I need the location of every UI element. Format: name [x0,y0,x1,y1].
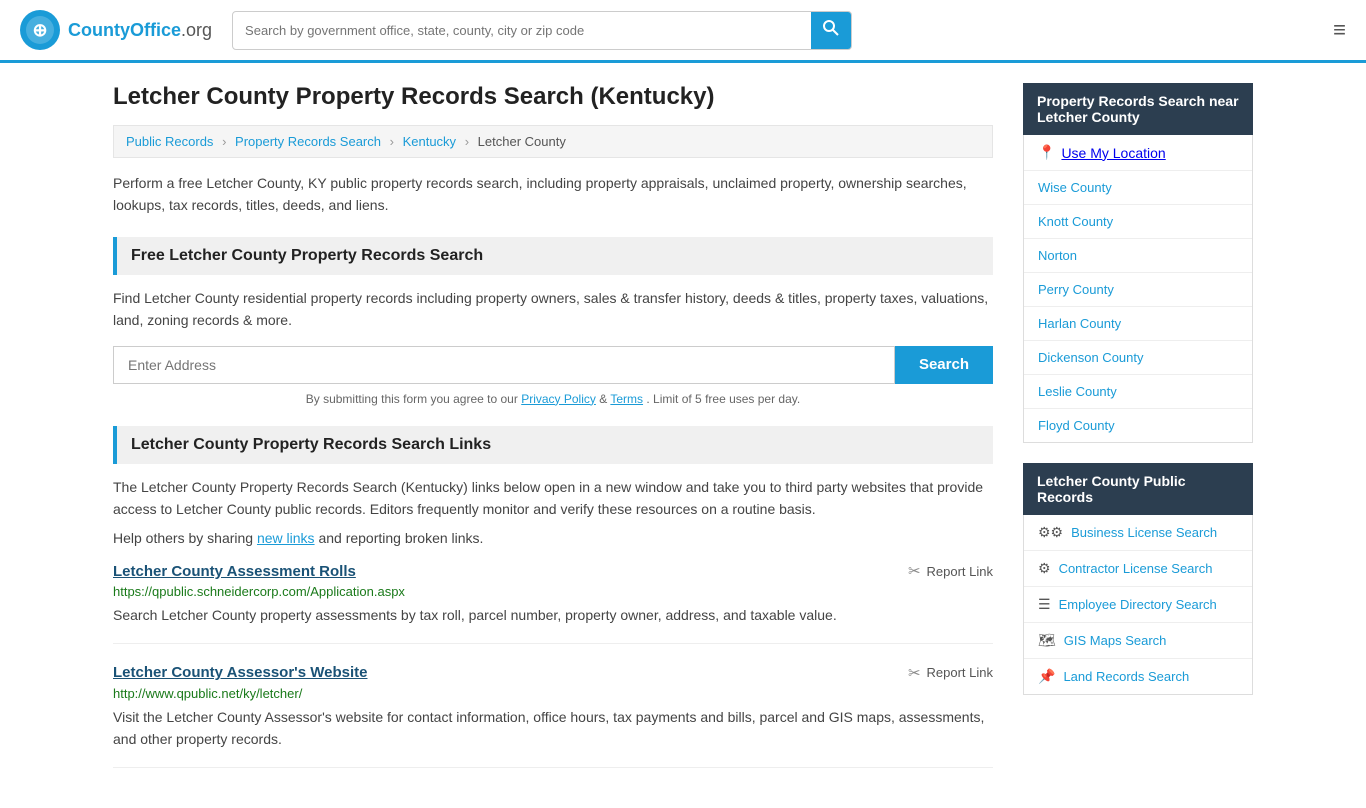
report-link-btn-2[interactable]: ✂ Report Link [908,664,993,682]
new-links-link[interactable]: new links [257,530,315,546]
search-button[interactable]: Search [895,346,993,384]
header-search-input[interactable] [233,15,811,46]
link-item-assessment-rolls: Letcher County Assessment Rolls ✂ Report… [113,562,993,643]
sidebar-nearby-header: Property Records Search near Letcher Cou… [1023,83,1253,135]
links-description: The Letcher County Property Records Sear… [113,476,993,521]
norton-link[interactable]: Norton [1038,248,1077,263]
privacy-policy-link[interactable]: Privacy Policy [521,392,596,406]
wise-county-link[interactable]: Wise County [1038,180,1112,195]
harlan-county-link[interactable]: Harlan County [1038,316,1121,331]
form-disclaimer: By submitting this form you agree to our… [113,392,993,406]
employee-directory-search-link[interactable]: Employee Directory Search [1059,597,1217,612]
logo-text: CountyOffice.org [68,20,212,41]
sidebar-item-wise-county: Wise County [1024,171,1252,205]
svg-text:⊕: ⊕ [32,20,47,40]
use-my-location[interactable]: 📍 Use My Location [1024,135,1252,171]
free-search-description: Find Letcher County residential property… [113,287,993,332]
pin-icon: 📌 [1038,668,1055,685]
help-text: Help others by sharing new links and rep… [113,530,993,546]
gear-icon: ⚙ [1038,560,1051,577]
knott-county-link[interactable]: Knott County [1038,214,1113,229]
link-desc-assessor-website: Visit the Letcher County Assessor's webs… [113,706,993,751]
sidebar-item-land-records: 📌 Land Records Search [1024,659,1252,694]
header-search-button[interactable] [811,12,851,49]
menu-button[interactable]: ≡ [1333,17,1346,43]
sidebar-item-perry-county: Perry County [1024,273,1252,307]
sidebar-item-norton: Norton [1024,239,1252,273]
link-url-assessor-website: http://www.qpublic.net/ky/letcher/ [113,686,993,701]
sidebar-public-records-header: Letcher County Public Records [1023,463,1253,515]
dickenson-county-link[interactable]: Dickenson County [1038,350,1144,365]
gear-double-icon: ⚙⚙ [1038,524,1063,541]
sidebar-item-knott-county: Knott County [1024,205,1252,239]
breadcrumb-property-records[interactable]: Property Records Search [235,134,381,149]
sidebar-item-contractor-license: ⚙ Contractor License Search [1024,551,1252,587]
report-icon-1: ✂ [908,562,921,580]
leslie-county-link[interactable]: Leslie County [1038,384,1117,399]
link-url-assessment-rolls: https://qpublic.schneidercorp.com/Applic… [113,584,993,599]
report-link-btn-1[interactable]: ✂ Report Link [908,562,993,580]
gis-maps-search-link[interactable]: GIS Maps Search [1064,633,1167,648]
breadcrumb-public-records[interactable]: Public Records [126,134,213,149]
business-license-search-link[interactable]: Business License Search [1071,525,1217,540]
sidebar-item-employee-directory: ☰ Employee Directory Search [1024,587,1252,623]
header-search-bar [232,11,852,50]
sidebar-item-gis-maps: 🗺 GIS Maps Search [1024,623,1252,659]
contractor-license-search-link[interactable]: Contractor License Search [1059,561,1213,576]
sidebar-item-leslie-county: Leslie County [1024,375,1252,409]
map-icon: 🗺 [1038,632,1056,649]
breadcrumb: Public Records › Property Records Search… [113,125,993,158]
sidebar-nearby-list: 📍 Use My Location Wise County Knott Coun… [1023,135,1253,443]
page-description: Perform a free Letcher County, KY public… [113,172,993,217]
free-search-heading: Free Letcher County Property Records Sea… [113,237,993,275]
sidebar-item-harlan-county: Harlan County [1024,307,1252,341]
terms-link[interactable]: Terms [610,392,643,406]
page-title: Letcher County Property Records Search (… [113,83,993,111]
sidebar-item-floyd-county: Floyd County [1024,409,1252,442]
land-records-search-link[interactable]: Land Records Search [1063,669,1189,684]
sidebar-public-records-list: ⚙⚙ Business License Search ⚙ Contractor … [1023,515,1253,695]
floyd-county-link[interactable]: Floyd County [1038,418,1115,433]
list-icon: ☰ [1038,596,1051,613]
site-header: ⊕ CountyOffice.org ≡ [0,0,1366,63]
main-wrapper: Letcher County Property Records Search (… [93,63,1273,808]
breadcrumb-current: Letcher County [478,134,566,149]
breadcrumb-sep-1: › [222,134,226,149]
address-search-form: Search [113,346,993,384]
address-input[interactable] [113,346,895,384]
sidebar: Property Records Search near Letcher Cou… [1023,83,1253,788]
location-pin-icon: 📍 [1038,144,1055,161]
use-location-link[interactable]: Use My Location [1061,145,1165,161]
content-area: Letcher County Property Records Search (… [113,83,993,788]
link-title-assessor-website[interactable]: Letcher County Assessor's Website [113,664,367,681]
links-section-heading: Letcher County Property Records Search L… [113,426,993,464]
breadcrumb-sep-3: › [465,134,469,149]
link-title-assessment-rolls[interactable]: Letcher County Assessment Rolls [113,563,356,580]
sidebar-item-business-license: ⚙⚙ Business License Search [1024,515,1252,551]
report-icon-2: ✂ [908,664,921,682]
link-desc-assessment-rolls: Search Letcher County property assessmen… [113,604,993,626]
sidebar-item-dickenson-county: Dickenson County [1024,341,1252,375]
logo-icon: ⊕ [20,10,60,50]
breadcrumb-sep-2: › [390,134,394,149]
link-item-assessor-website: Letcher County Assessor's Website ✂ Repo… [113,664,993,768]
breadcrumb-kentucky[interactable]: Kentucky [403,134,456,149]
perry-county-link[interactable]: Perry County [1038,282,1114,297]
logo[interactable]: ⊕ CountyOffice.org [20,10,212,50]
